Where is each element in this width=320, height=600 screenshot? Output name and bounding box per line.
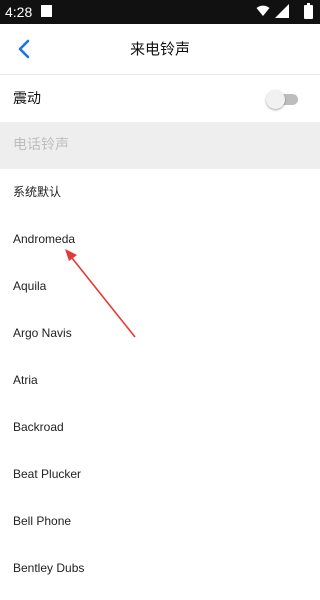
status-bar: 4:28 (0, 0, 320, 24)
ringtone-item[interactable]: Atria (0, 357, 320, 404)
ringtone-item[interactable]: 系统默认 (0, 169, 320, 216)
ringtone-label: Beat Plucker (13, 467, 82, 481)
ringtone-label: Andromeda (13, 232, 76, 246)
ringtone-item[interactable]: Bentley Dubs (0, 545, 320, 592)
ringtone-label: 系统默认 (13, 185, 62, 199)
ringtone-label: Backroad (13, 420, 64, 434)
notification-icon (41, 5, 52, 17)
ringtone-label: Argo Navis (13, 326, 72, 340)
ringtone-label: Aquila (13, 279, 47, 293)
status-time: 4:28 (5, 4, 33, 20)
ringtone-label: Bentley Dubs (13, 561, 85, 575)
ringtone-item[interactable]: Bell Phone (0, 498, 320, 545)
app-header: 来电铃声 (0, 24, 320, 75)
vibrate-label: 震动 (13, 91, 41, 107)
ringtone-section-header: 电话铃声 (0, 122, 320, 169)
signal-icon (275, 4, 289, 18)
ringtone-label: Bell Phone (13, 514, 72, 528)
ringtone-item[interactable]: Argo Navis (0, 310, 320, 357)
section-label: 电话铃声 (13, 137, 69, 153)
battery-icon (304, 3, 313, 19)
ringtone-item[interactable]: Andromeda (0, 216, 320, 263)
ringtone-label: Atria (13, 373, 38, 387)
ringtone-item[interactable]: Backroad (0, 404, 320, 451)
page-title: 来电铃声 (129, 40, 190, 58)
toggle-thumb (266, 90, 285, 109)
ringtone-item[interactable]: Aquila (0, 263, 320, 310)
ringtone-list: 系统默认 Andromeda Aquila Argo Navis Atria B… (0, 169, 320, 592)
wifi-icon (256, 5, 270, 16)
ringtone-item[interactable]: Beat Plucker (0, 451, 320, 498)
vibrate-row[interactable]: 震动 (0, 75, 320, 122)
vibrate-toggle[interactable] (266, 89, 300, 109)
